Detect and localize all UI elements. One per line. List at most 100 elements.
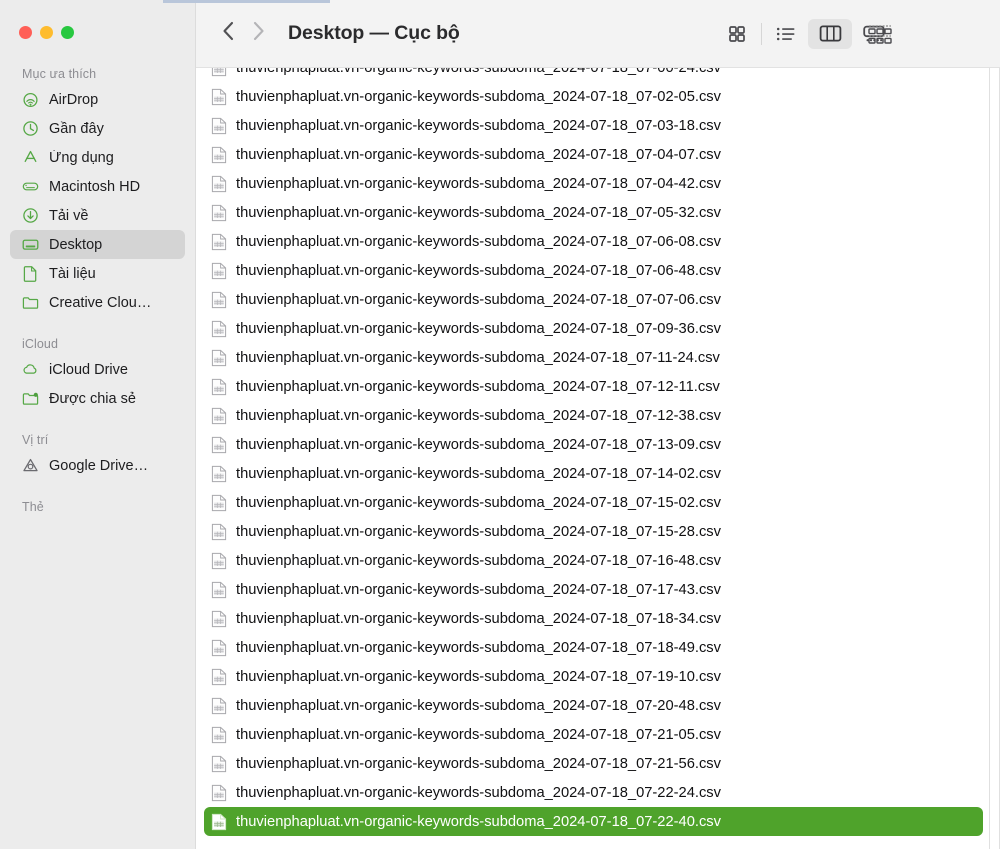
file-row[interactable]: thuvienphapluat.vn-organic-keywords-subd… bbox=[204, 82, 983, 111]
csv-file-icon bbox=[211, 378, 227, 396]
file-name: thuvienphapluat.vn-organic-keywords-subd… bbox=[236, 262, 721, 279]
csv-file-icon bbox=[211, 175, 227, 193]
file-row[interactable]: thuvienphapluat.vn-organic-keywords-subd… bbox=[204, 517, 983, 546]
view-list-button[interactable] bbox=[764, 19, 808, 49]
navigation-arrows bbox=[222, 20, 265, 47]
file-row[interactable]: thuvienphapluat.vn-organic-keywords-subd… bbox=[204, 691, 983, 720]
csv-file-icon bbox=[211, 726, 227, 744]
file-browser-column[interactable]: thuvienphapluat.vn-organic-keywords-subd… bbox=[196, 68, 990, 849]
file-row[interactable]: thuvienphapluat.vn-organic-keywords-subd… bbox=[204, 169, 983, 198]
chevron-left-icon[interactable] bbox=[222, 20, 235, 47]
file-row[interactable]: thuvienphapluat.vn-organic-keywords-subd… bbox=[204, 314, 983, 343]
file-row[interactable]: thuvienphapluat.vn-organic-keywords-subd… bbox=[204, 633, 983, 662]
csv-file-icon bbox=[211, 291, 227, 309]
chevron-right-icon[interactable] bbox=[252, 20, 265, 47]
sidebar-item-google-drive[interactable]: Google Drive… bbox=[10, 451, 185, 480]
preview-column bbox=[991, 68, 1000, 849]
csv-file-icon bbox=[211, 494, 227, 512]
file-row[interactable]: thuvienphapluat.vn-organic-keywords-subd… bbox=[204, 140, 983, 169]
file-name: thuvienphapluat.vn-organic-keywords-subd… bbox=[236, 668, 721, 685]
file-row[interactable]: thuvienphapluat.vn-organic-keywords-subd… bbox=[204, 372, 983, 401]
folder-icon bbox=[22, 294, 39, 311]
view-column-button[interactable] bbox=[808, 18, 852, 49]
sidebar-item-label: Creative Clou… bbox=[49, 294, 152, 311]
sidebar-item-desktop[interactable]: Desktop bbox=[10, 230, 185, 259]
file-row[interactable]: thuvienphapluat.vn-organic-keywords-subd… bbox=[204, 68, 983, 82]
file-row[interactable]: thuvienphapluat.vn-organic-keywords-subd… bbox=[204, 111, 983, 140]
sidebar-item-t-i-li-u[interactable]: Tài liệu bbox=[10, 259, 185, 288]
appstore-icon bbox=[22, 149, 39, 166]
file-row[interactable]: thuvienphapluat.vn-organic-keywords-subd… bbox=[204, 720, 983, 749]
sidebar-section-header: Mục ưa thích bbox=[22, 67, 97, 81]
csv-file-icon bbox=[211, 233, 227, 251]
group-by-button[interactable] bbox=[860, 19, 904, 49]
file-name: thuvienphapluat.vn-organic-keywords-subd… bbox=[236, 378, 720, 395]
active-tab-indicator bbox=[163, 0, 330, 3]
file-name: thuvienphapluat.vn-organic-keywords-subd… bbox=[236, 523, 721, 540]
sidebar-item-t-i-v[interactable]: Tải về bbox=[10, 201, 185, 230]
file-row[interactable]: thuvienphapluat.vn-organic-keywords-subd… bbox=[204, 256, 983, 285]
toolbar: Desktop — Cục bộ bbox=[196, 0, 1000, 68]
document-icon bbox=[22, 265, 39, 282]
file-row[interactable]: thuvienphapluat.vn-organic-keywords-subd… bbox=[204, 488, 983, 517]
sidebar-item-g-n-y[interactable]: Gần đây bbox=[10, 114, 185, 143]
file-row[interactable]: thuvienphapluat.vn-organic-keywords-subd… bbox=[204, 546, 983, 575]
sidebar-item-label: AirDrop bbox=[49, 91, 99, 108]
file-name: thuvienphapluat.vn-organic-keywords-subd… bbox=[236, 320, 721, 337]
sidebar-item-label: Ứng dụng bbox=[49, 149, 114, 166]
file-row[interactable]: thuvienphapluat.vn-organic-keywords-subd… bbox=[204, 604, 983, 633]
file-name: thuvienphapluat.vn-organic-keywords-subd… bbox=[236, 407, 721, 424]
view-mode-controls bbox=[715, 18, 896, 49]
file-row[interactable]: thuvienphapluat.vn-organic-keywords-subd… bbox=[204, 778, 983, 807]
file-row[interactable]: thuvienphapluat.vn-organic-keywords-subd… bbox=[204, 459, 983, 488]
view-icon-button[interactable] bbox=[715, 19, 759, 49]
file-name: thuvienphapluat.vn-organic-keywords-subd… bbox=[236, 291, 721, 308]
google-drive-icon bbox=[22, 457, 39, 474]
file-name: thuvienphapluat.vn-organic-keywords-subd… bbox=[236, 813, 721, 830]
sidebar-sections: Mục ưa thích AirDrop Gần đây Ứng dụng Macint… bbox=[0, 67, 195, 518]
sidebar-section-header: iCloud bbox=[22, 337, 59, 351]
file-row[interactable]: thuvienphapluat.vn-organic-keywords-subd… bbox=[204, 749, 983, 778]
file-row[interactable]: thuvienphapluat.vn-organic-keywords-subd… bbox=[204, 401, 983, 430]
csv-file-icon bbox=[211, 552, 227, 570]
csv-file-icon bbox=[211, 523, 227, 541]
csv-file-icon bbox=[211, 146, 227, 164]
file-row[interactable]: thuvienphapluat.vn-organic-keywords-subd… bbox=[204, 430, 983, 459]
sidebar-item-label: Desktop bbox=[49, 236, 103, 253]
file-name: thuvienphapluat.vn-organic-keywords-subd… bbox=[236, 639, 721, 656]
csv-file-icon bbox=[211, 320, 227, 338]
file-row[interactable]: thuvienphapluat.vn-organic-keywords-subd… bbox=[204, 575, 983, 604]
file-row[interactable]: thuvienphapluat.vn-organic-keywords-subd… bbox=[204, 198, 983, 227]
zoom-button[interactable] bbox=[61, 26, 74, 39]
file-name: thuvienphapluat.vn-organic-keywords-subd… bbox=[236, 697, 721, 714]
csv-file-icon bbox=[211, 436, 227, 454]
close-button[interactable] bbox=[19, 26, 32, 39]
file-row[interactable]: thuvienphapluat.vn-organic-keywords-subd… bbox=[204, 285, 983, 314]
minimize-button[interactable] bbox=[40, 26, 53, 39]
cloud-icon bbox=[22, 361, 39, 378]
sidebar-item-label: Được chia sẻ bbox=[49, 390, 136, 407]
toolbar-divider bbox=[761, 22, 762, 45]
sidebar: Mục ưa thích AirDrop Gần đây Ứng dụng Macint… bbox=[0, 0, 196, 849]
csv-file-icon bbox=[211, 262, 227, 280]
sidebar-item-icloud-drive[interactable]: iCloud Drive bbox=[10, 355, 185, 384]
harddisk-icon bbox=[22, 178, 39, 195]
sidebar-item-label: Tải về bbox=[49, 207, 89, 224]
csv-file-icon bbox=[211, 407, 227, 425]
file-row-selected[interactable]: thuvienphapluat.vn-organic-keywords-subd… bbox=[204, 807, 983, 836]
sidebar-item-label: Gần đây bbox=[49, 120, 104, 137]
sidebar-item-macintosh-hd[interactable]: Macintosh HD bbox=[10, 172, 185, 201]
sidebar-item-ng-d-ng[interactable]: Ứng dụng bbox=[10, 143, 185, 172]
file-name: thuvienphapluat.vn-organic-keywords-subd… bbox=[236, 88, 721, 105]
sidebar-item-airdrop[interactable]: AirDrop bbox=[10, 85, 185, 114]
file-row[interactable]: thuvienphapluat.vn-organic-keywords-subd… bbox=[204, 343, 983, 372]
sidebar-item-creative-clou[interactable]: Creative Clou… bbox=[10, 288, 185, 317]
file-row[interactable]: thuvienphapluat.vn-organic-keywords-subd… bbox=[204, 227, 983, 256]
finder-window: Mục ưa thích AirDrop Gần đây Ứng dụng Macint… bbox=[0, 0, 1000, 849]
sidebar-section-header: Thẻ bbox=[22, 500, 44, 514]
sidebar-item-c-chia-s[interactable]: Được chia sẻ bbox=[10, 384, 185, 413]
file-row[interactable]: thuvienphapluat.vn-organic-keywords-subd… bbox=[204, 662, 983, 691]
airdrop-icon bbox=[22, 91, 39, 108]
file-name: thuvienphapluat.vn-organic-keywords-subd… bbox=[236, 552, 721, 569]
file-name: thuvienphapluat.vn-organic-keywords-subd… bbox=[236, 784, 721, 801]
